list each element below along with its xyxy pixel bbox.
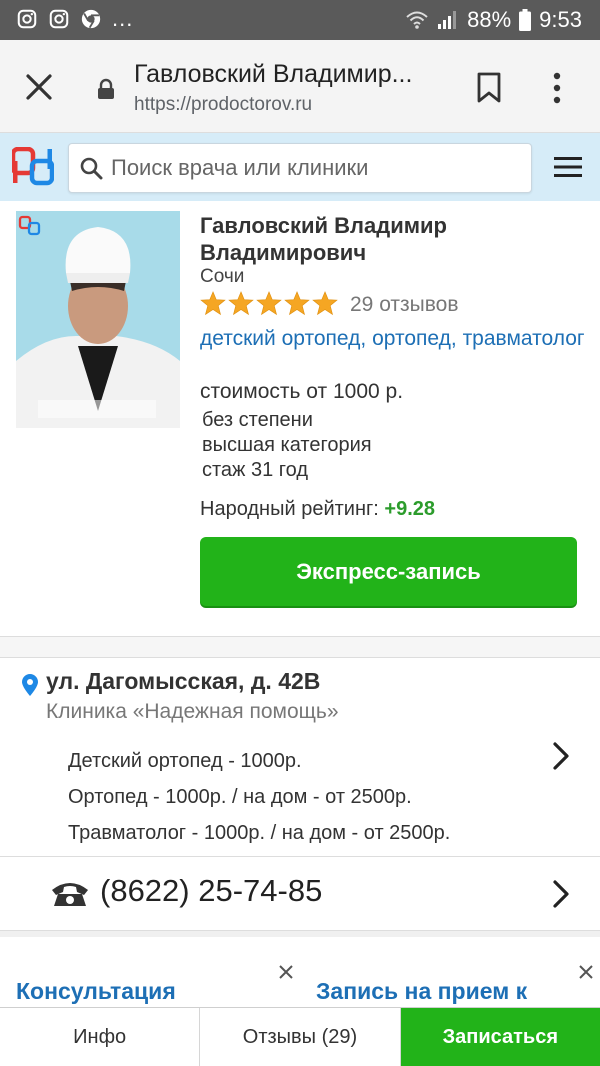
lock-icon (98, 78, 114, 99)
doctor-details: без степени высшая категория стаж 31 год (202, 408, 372, 483)
reviews-count-link[interactable]: 29 отзывов (350, 293, 459, 317)
appointment-link[interactable]: Запись на прием к (316, 978, 527, 1005)
more-menu-icon[interactable] (552, 72, 562, 104)
page-title[interactable]: Гавловский Владимир... (134, 60, 412, 89)
divider (0, 856, 600, 857)
price-list: Детский ортопед - 1000р. Ортопед - 1000р… (68, 743, 450, 851)
close-icon[interactable] (278, 964, 294, 980)
prodoctorov-logo-icon[interactable] (12, 147, 54, 187)
specialty-link[interactable]: ортопед (372, 327, 451, 350)
notification-icons: ... (16, 8, 133, 30)
tab-info[interactable]: Инфо (0, 1008, 201, 1066)
clinic-address: ул. Дагомысская, д. 42В (46, 668, 321, 694)
clinic-name[interactable]: Клиника «Надежная помощь» (46, 700, 339, 724)
rating-label: Народный рейтинг: (200, 498, 379, 520)
category: высшая категория (202, 434, 372, 456)
doctor-name: Гавловский Владимир Владимирович (200, 213, 447, 265)
rating-stars (200, 291, 338, 316)
phone-icon (52, 883, 88, 906)
degree: без степени (202, 409, 313, 431)
tab-reviews[interactable]: Отзывы (29) (200, 1008, 401, 1066)
star-icon (200, 291, 226, 316)
instagram-icon (49, 9, 69, 29)
book-appointment-button[interactable]: Записаться (400, 1008, 600, 1066)
system-status: 88% 9:53 (405, 7, 582, 33)
search-box[interactable] (68, 143, 532, 193)
section-divider (0, 930, 600, 937)
doctor-cost: стоимость от 1000 р. (200, 380, 404, 403)
signal-icon (438, 11, 457, 29)
doctor-photo[interactable] (16, 211, 180, 428)
star-icon (284, 291, 310, 316)
specialties: детский ортопед, ортопед, травматолог (200, 327, 585, 350)
star-icon (312, 291, 338, 316)
close-icon[interactable] (578, 964, 594, 980)
close-icon[interactable] (22, 70, 56, 104)
price-item: Ортопед - 1000р. / на дом - от 2500р. (68, 786, 412, 808)
battery-percent: 88% (467, 7, 512, 32)
status-bar: ... 88% 9:53 (0, 0, 600, 40)
experience: стаж 31 год (202, 459, 309, 481)
chevron-right-icon[interactable] (552, 742, 570, 770)
people-rating: Народный рейтинг: +9.28 (200, 498, 435, 521)
star-icon (256, 291, 282, 316)
clock: 9:53 (539, 7, 582, 32)
search-input[interactable] (109, 144, 523, 192)
more-notifications: ... (112, 6, 134, 31)
price-item: Травматолог - 1000р. / на дом - от 2500р… (68, 822, 451, 844)
section-divider (0, 636, 600, 658)
battery-icon (519, 9, 532, 31)
doctor-city: Сочи (200, 266, 245, 287)
rating-value: +9.28 (384, 498, 436, 520)
star-icon (228, 291, 254, 316)
browser-toolbar: Гавловский Владимир... https://prodoctor… (0, 40, 600, 133)
specialty-link[interactable]: травматолог (463, 327, 585, 350)
search-icon[interactable] (79, 156, 103, 180)
chevron-right-icon[interactable] (552, 880, 570, 908)
express-booking-button[interactable]: Экспресс-запись (200, 537, 577, 606)
location-pin-icon (22, 674, 38, 696)
specialty-link[interactable]: детский ортопед (200, 327, 360, 350)
hamburger-menu-icon[interactable] (554, 157, 582, 177)
site-header (0, 133, 600, 201)
wifi-icon (406, 11, 428, 29)
phone-number[interactable]: (8622) 25-74-85 (100, 873, 322, 909)
price-item: Детский ортопед - 1000р. (68, 750, 302, 772)
page-url[interactable]: https://prodoctorov.ru (134, 94, 312, 116)
bookmark-icon[interactable] (476, 72, 502, 104)
doctor-portrait-image (16, 211, 180, 428)
bottom-tab-bar: Инфо Отзывы (29) Записаться (0, 1007, 600, 1066)
chrome-icon (81, 9, 101, 29)
instagram-icon (17, 9, 37, 29)
consultation-link[interactable]: Консультация (16, 978, 176, 1005)
